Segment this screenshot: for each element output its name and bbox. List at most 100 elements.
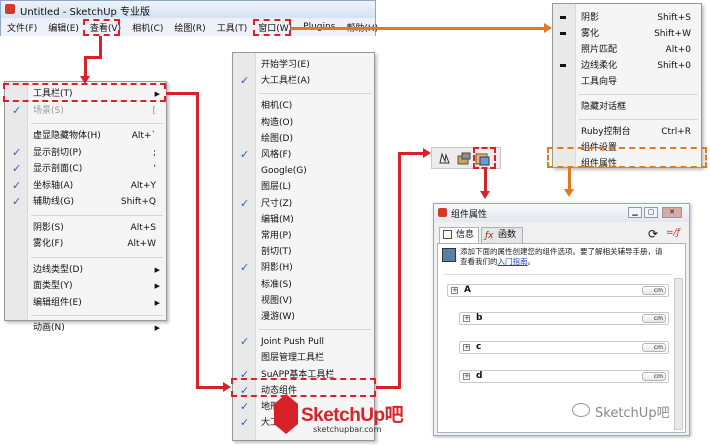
menu-item[interactable]: 视图(V)	[233, 293, 374, 309]
dialog-title: 组件属性	[451, 210, 488, 220]
menu-item-label: 虚显隐藏物体(H)	[33, 131, 101, 141]
menu-item[interactable]: 开始学习(E)	[233, 57, 374, 73]
menu-item[interactable]: 阴影 Shift+S	[553, 10, 701, 26]
expand-icon[interactable]: +	[463, 344, 470, 351]
check-icon: ✓	[240, 261, 250, 275]
menu-item-label: 漫游(W)	[261, 312, 295, 322]
expand-icon[interactable]: +	[463, 315, 470, 322]
component-row-b[interactable]: + b cm	[459, 312, 669, 325]
window-title: Untitled - SketchUp 专业版	[20, 7, 151, 18]
toolbar-item-highlight	[3, 83, 166, 102]
menu-item-label: 构造(O)	[261, 117, 294, 128]
menu-item[interactable]: 雾化 Shift+W	[553, 26, 701, 42]
menu-item[interactable]: 虚显隐藏物体(H) Alt+`	[5, 128, 166, 144]
component-row-a[interactable]: + A cm	[447, 284, 669, 297]
menu-item[interactable]: 动画(N) ▶	[5, 320, 166, 336]
menu-item-label: 编辑(M)	[261, 214, 294, 225]
menu-0[interactable]: 文件(F)	[7, 21, 37, 34]
menu-item-shortcut: Alt+`	[131, 131, 156, 141]
scrollbar[interactable]	[674, 278, 683, 430]
check-icon: ✓	[240, 416, 250, 430]
getting-started-link[interactable]: 入门指南	[498, 257, 528, 266]
menu-item[interactable]: ✓ Joint Push Pull	[233, 334, 374, 350]
bullet-icon	[560, 64, 566, 67]
menu-4[interactable]: 绘图(R)	[174, 21, 205, 34]
dynamic-components-highlight	[231, 378, 376, 397]
menu-item[interactable]: 编辑(M)	[233, 212, 374, 228]
menu-item[interactable]: 剖切(T)	[233, 244, 374, 260]
menu-item[interactable]: 工具向导	[553, 74, 701, 90]
check-icon: ✓	[12, 178, 22, 192]
close-button[interactable]: ✕	[662, 207, 682, 218]
menu-item[interactable]: 边线柔化 Shift+0	[553, 58, 701, 74]
menu-item[interactable]: 常用(P)	[233, 228, 374, 244]
menu-item[interactable]: 漫游(W)	[233, 309, 374, 325]
menu-item-shortcut: Shift+0	[657, 61, 691, 71]
tab-functions[interactable]: ƒx 函数	[481, 227, 523, 243]
menu-item-label: 标准(S)	[261, 279, 292, 290]
unit-button[interactable]: cm	[642, 286, 666, 295]
menu-item[interactable]: ✓ 风格(F)	[233, 147, 374, 163]
menu-item[interactable]: ✓ 阴影(H)	[233, 260, 374, 276]
info-icon	[443, 230, 452, 239]
menu-item[interactable]: 编辑组件(E) ▶	[5, 295, 166, 311]
menu-3[interactable]: 相机(C)	[132, 21, 163, 34]
menu-item-label: 相机(C)	[261, 101, 293, 112]
check-icon: ✓	[240, 148, 250, 161]
menu-item[interactable]: ✓ 尺寸(Z)	[233, 196, 374, 212]
menu-item[interactable]: 构造(O)	[233, 115, 374, 131]
menu-item[interactable]: 绘图(D)	[233, 131, 374, 147]
menu-item[interactable]: 隐藏对话框	[553, 99, 701, 115]
minimize-button[interactable]: ▁	[628, 207, 642, 218]
expand-icon[interactable]: +	[451, 287, 458, 294]
menu-item-shortcut: Shift+W	[654, 29, 691, 39]
menu-item-label: 场景(S)	[33, 105, 64, 116]
component-name: b	[476, 313, 483, 323]
expand-icon[interactable]: +	[463, 373, 470, 380]
menu-item[interactable]: 阴影(S) Alt+S	[5, 220, 166, 236]
toggle-formula-icon[interactable]: =/ƒ	[666, 228, 682, 241]
maximize-button[interactable]: ▢	[644, 207, 658, 218]
menu-item[interactable]: 面类型(Y) ▶	[5, 278, 166, 294]
menu-item[interactable]: 图层管理工具栏	[233, 350, 374, 366]
submenu-arrow-icon: ▶	[154, 282, 160, 290]
menu-item[interactable]: 照片匹配 Alt+0	[553, 42, 701, 58]
refresh-icon[interactable]: ⟳	[648, 228, 662, 241]
window-menu-highlight	[253, 19, 291, 36]
tab-functions-label: 函数	[498, 230, 517, 240]
menu-5[interactable]: 工具(T)	[217, 21, 248, 34]
component-attributes-icon-highlight	[473, 147, 496, 169]
bullet-icon	[560, 16, 566, 19]
unit-button[interactable]: cm	[642, 314, 666, 323]
menu-item[interactable]: ✓ 辅助线(G) Shift+Q	[5, 194, 166, 210]
unit-button[interactable]: cm	[642, 372, 666, 381]
menu-item[interactable]: ✓ 大工具栏(A)	[233, 73, 374, 89]
unit-button[interactable]: cm	[642, 343, 666, 352]
component-row-d[interactable]: + d cm	[459, 370, 669, 383]
component-name: A	[464, 285, 471, 295]
menu-item[interactable]: ✓ 坐标轴(A) Alt+Y	[5, 178, 166, 194]
menu-item[interactable]: ✓ 显示剖切(P);	[5, 145, 166, 161]
wechat-watermark: SketchUp吧	[595, 406, 670, 421]
menu-item[interactable]: ✓ 场景(S) [	[5, 103, 166, 119]
check-icon: ✓	[12, 195, 22, 208]
submenu-arrow-icon: ▶	[154, 324, 160, 332]
menu-item[interactable]: Google(G)	[233, 163, 374, 179]
menu-item[interactable]: ✓ 显示剖面(C) '	[5, 161, 166, 177]
wechat-icon	[572, 403, 590, 417]
function-icon: ƒx	[485, 231, 494, 241]
menu-1[interactable]: 编辑(E)	[48, 21, 79, 34]
menu-item[interactable]: Ruby控制台 Ctrl+R	[553, 124, 701, 140]
tab-info[interactable]: 信息	[439, 227, 479, 243]
check-icon: ✓	[240, 74, 250, 88]
menu-item[interactable]: 边线类型(D) ▶	[5, 262, 166, 278]
menu-item-label: 编辑组件(E)	[33, 297, 82, 308]
menu-item-label: 风格(F)	[261, 150, 292, 160]
component-row-c[interactable]: + c cm	[459, 341, 669, 354]
menu-item[interactable]: 标准(S)	[233, 277, 374, 293]
menu-item[interactable]: 相机(C)	[233, 98, 374, 114]
menu-item-shortcut: Alt+W	[127, 239, 156, 249]
menu-item[interactable]: 雾化(F) Alt+W	[5, 236, 166, 252]
menu-item[interactable]: 图层(L)	[233, 179, 374, 195]
menu-item-shortcut: Shift+Q	[120, 197, 156, 207]
